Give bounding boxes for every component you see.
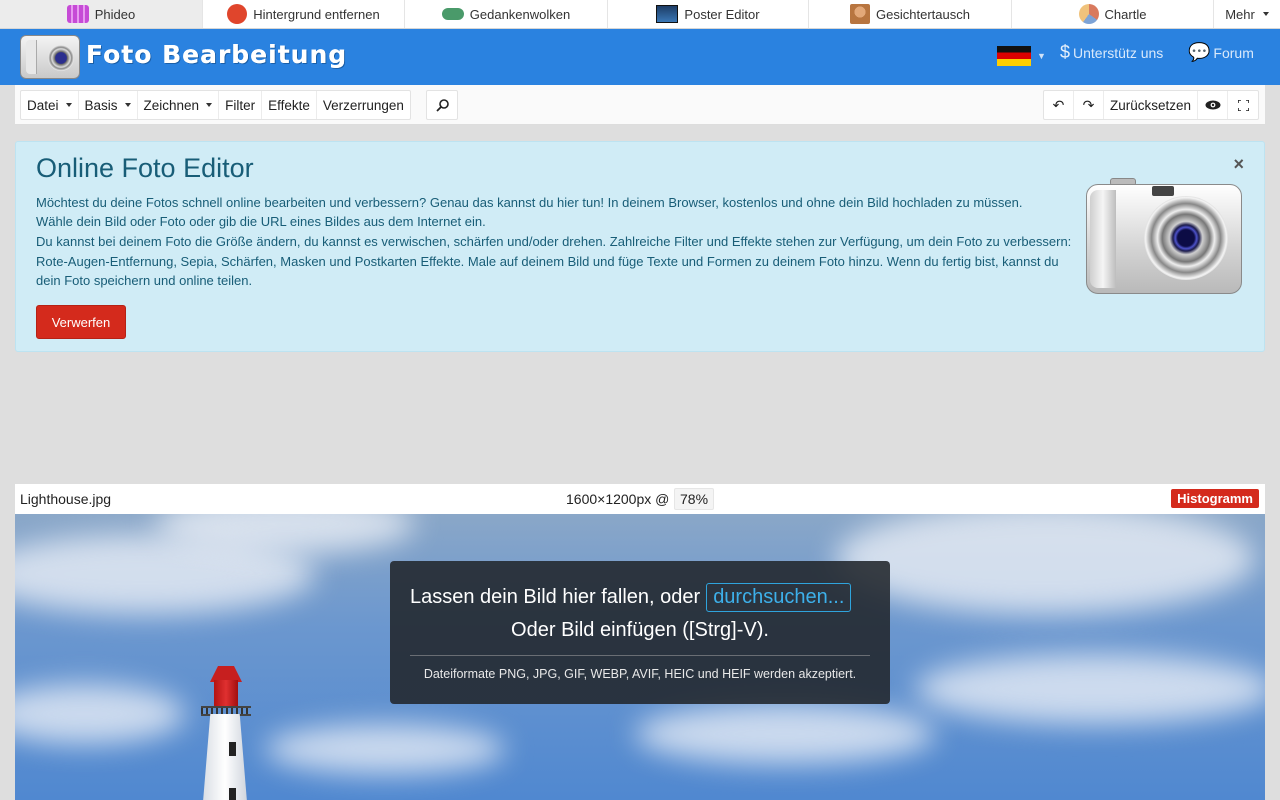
caret-down-icon	[206, 103, 213, 107]
app-tab-label: Gedankenwolken	[469, 6, 571, 22]
menu-label: Zeichnen	[143, 97, 200, 113]
redo-icon: ↷	[1082, 96, 1095, 113]
money-icon: $	[1060, 42, 1071, 62]
app-tab-label: Chartle	[1104, 6, 1147, 22]
app-tab-label: Poster Editor	[684, 6, 760, 22]
support-label: Unterstütz uns	[1073, 44, 1164, 61]
app-tab-label: Phideo	[94, 6, 136, 22]
app-tab-gesichtertausch[interactable]: Gesichtertausch	[809, 0, 1012, 28]
fullscreen-button[interactable]	[1228, 91, 1258, 119]
reset-label: Zurücksetzen	[1110, 97, 1192, 113]
undo-icon: ↶	[1052, 96, 1065, 113]
drop-line-1: Lassen dein Bild hier fallen, oder durch…	[410, 583, 852, 612]
discard-button[interactable]: Verwerfen	[36, 305, 126, 339]
accepted-formats: Dateiformate PNG, JPG, GIF, WEBP, AVIF, …	[423, 667, 857, 681]
search-icon	[435, 98, 449, 112]
alert-title: Online Foto Editor	[36, 153, 254, 183]
pie-chart-icon	[1078, 4, 1099, 24]
menu-label: Verzerrungen	[322, 97, 404, 113]
app-tab-gedankenwolken[interactable]: Gedankenwolken	[405, 0, 608, 28]
support-link[interactable]: $ Unterstütz uns	[1060, 42, 1163, 63]
menu-zeichnen[interactable]: Zeichnen	[138, 91, 220, 119]
menu-label: Basis	[84, 97, 118, 113]
search-group	[426, 90, 458, 120]
history-group: ↶ ↷ Zurücksetzen	[1043, 90, 1260, 120]
histogram-button[interactable]: Histogramm	[1171, 489, 1259, 508]
app-tab-poster-editor[interactable]: Poster Editor	[608, 0, 809, 28]
app-tab-chartle[interactable]: Chartle	[1012, 0, 1214, 28]
alert-text-2: Wähle dein Bild oder Foto oder gib die U…	[36, 214, 486, 229]
caret-down-icon	[65, 103, 72, 107]
face-swap-icon	[850, 4, 871, 24]
editor-toolbar: Datei Basis Zeichnen Filter Effekte Verz…	[15, 85, 1265, 125]
site-title[interactable]: Foto Bearbeitung	[86, 40, 347, 69]
drop-text: Lassen dein Bild hier fallen, oder	[410, 586, 701, 608]
app-tab-label: Hintergrund entfernen	[253, 6, 380, 22]
forum-label: Forum	[1213, 44, 1254, 61]
more-menu[interactable]: Mehr	[1214, 0, 1280, 28]
mind-cloud-icon	[441, 8, 464, 20]
caret-down-icon	[124, 103, 131, 107]
drop-zone[interactable]: Lassen dein Bild hier fallen, oder durch…	[390, 561, 890, 704]
divider	[410, 655, 870, 656]
background-remove-icon	[227, 4, 248, 24]
site-header: Foto Bearbeitung ▼ $ Unterstütz uns 💬 Fo…	[0, 29, 1280, 85]
info-alert: Online Foto Editor × Möchtest du deine F…	[15, 141, 1265, 352]
close-icon[interactable]: ×	[1233, 154, 1244, 175]
menu-basis[interactable]: Basis	[79, 91, 138, 119]
german-flag-icon[interactable]	[997, 46, 1031, 66]
reset-button[interactable]: Zurücksetzen	[1104, 91, 1199, 119]
menu-label: Datei	[27, 97, 59, 113]
app-tab-phideo[interactable]: Phideo	[0, 0, 203, 28]
search-button[interactable]	[427, 91, 457, 119]
language-caret-icon[interactable]: ▼	[1037, 51, 1046, 61]
lighthouse-window	[229, 742, 236, 756]
alert-text-3: Du kannst bei deinem Foto die Größe ände…	[36, 234, 1072, 288]
menu-label: Filter	[225, 97, 256, 113]
preview-button[interactable]	[1198, 91, 1229, 119]
paste-hint: Oder Bild einfügen ([Strg]-V).	[511, 619, 769, 641]
menu-group: Datei Basis Zeichnen Filter Effekte Verz…	[20, 90, 411, 120]
menu-effekte[interactable]: Effekte	[262, 91, 317, 119]
image-dimensions: 1600×1200px @	[566, 491, 670, 507]
alert-text-1: Möchtest du deine Fotos schnell online b…	[36, 195, 1023, 210]
caret-down-icon	[1262, 12, 1269, 16]
more-label: Mehr	[1225, 6, 1255, 22]
zoom-level[interactable]: 78%	[674, 488, 715, 510]
poster-icon	[656, 5, 679, 23]
image-filename: Lighthouse.jpg	[20, 491, 112, 507]
app-switcher: Phideo Hintergrund entfernen Gedankenwol…	[0, 0, 1280, 29]
undo-button[interactable]: ↶	[1044, 91, 1074, 119]
lighthouse-window	[229, 788, 236, 800]
lighthouse-tower	[202, 714, 248, 800]
fullscreen-icon	[1237, 99, 1249, 111]
redo-button[interactable]: ↷	[1074, 91, 1104, 119]
app-tab-label: Gesichtertausch	[876, 6, 970, 22]
eye-icon	[1205, 100, 1221, 110]
forum-link[interactable]: 💬 Forum	[1188, 42, 1254, 63]
camera-logo-icon[interactable]	[20, 35, 80, 79]
comments-icon: 💬	[1188, 42, 1211, 62]
film-icon	[66, 5, 89, 23]
camera-illustration-icon	[1086, 178, 1242, 294]
image-info-bar: Lighthouse.jpg 1600×1200px @ 78% Histogr…	[15, 484, 1265, 514]
browse-button[interactable]: durchsuchen...	[706, 583, 852, 612]
menu-datei[interactable]: Datei	[21, 91, 79, 119]
menu-filter[interactable]: Filter	[219, 91, 263, 119]
menu-verzerrungen[interactable]: Verzerrungen	[317, 91, 410, 119]
app-tab-hintergrund-entfernen[interactable]: Hintergrund entfernen	[203, 0, 405, 28]
menu-label: Effekte	[268, 97, 310, 113]
lighthouse-lamp	[214, 680, 238, 707]
